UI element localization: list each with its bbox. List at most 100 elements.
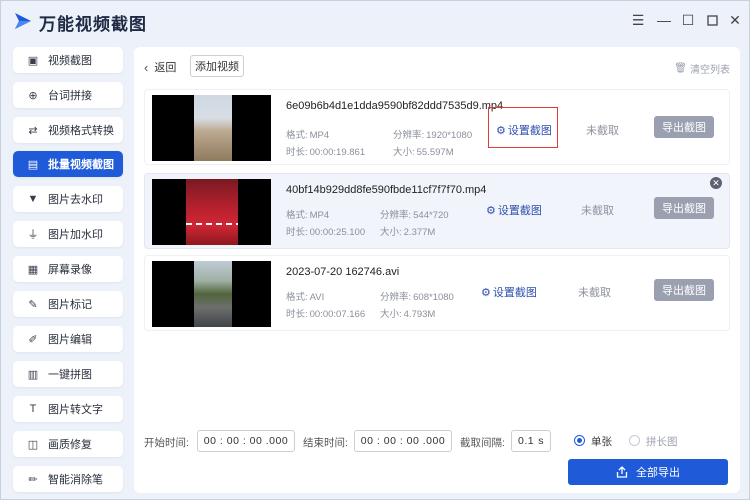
interval-value: 0.1 [518, 435, 535, 447]
sidebar-item-label: 智能消除笔 [48, 474, 103, 486]
video-filename: 2023-07-20 162746.avi [286, 266, 400, 278]
clear-list-button[interactable]: 🗑 清空列表 [674, 61, 730, 76]
set-screenshot-label: 设置截图 [507, 125, 552, 137]
start-time-label: 开始时间: [144, 437, 189, 449]
sidebar-item-image-mark[interactable]: ✎ 图片标记 [13, 291, 123, 317]
end-time-input[interactable]: 00 : 00 : 00 .000 [354, 430, 452, 452]
main-panel: ‹ 返回 添加视频 🗑 清空列表 6e09b6b4d1e1dda9590bf82… [134, 47, 740, 493]
video-thumbnail [152, 179, 271, 245]
sidebar-item-label: 图片编辑 [48, 334, 92, 346]
end-time-label: 结束时间: [303, 437, 348, 449]
duration-meta: 时长: 00:00:25.100 [286, 227, 366, 238]
resolution-meta: 分辨率: 608*1080 [380, 292, 454, 303]
minimize-icon[interactable]: — [655, 11, 673, 29]
screen-record-icon: ▦ [27, 263, 39, 276]
gear-icon: ⚙ [486, 204, 496, 217]
export-all-label: 全部导出 [636, 467, 680, 479]
sidebar-item-remove-watermark[interactable]: ▼ 图片去水印 [13, 186, 123, 212]
set-screenshot-button[interactable]: ⚙ 设置截图 [481, 284, 537, 300]
set-screenshot-button[interactable]: ⚙ 设置截图 [486, 202, 542, 218]
interval-input[interactable]: 0.1 s [511, 430, 551, 452]
status-text: 未截取 [578, 287, 611, 299]
sidebar-item-screen-record[interactable]: ▦ 屏幕录像 [13, 256, 123, 282]
text-icon: T [29, 403, 37, 415]
duration-meta: 时长: 00:00:19.861 [286, 147, 366, 158]
size-meta: 大小: 4.793M [380, 309, 436, 320]
close-icon[interactable]: ✕ [726, 11, 744, 29]
sidebar-item-image-edit[interactable]: ✐ 图片编辑 [13, 326, 123, 352]
sidebar-item-label: 屏幕录像 [48, 264, 92, 276]
app-window: 万能视频截图 ☰ — ☐ ✕ ▣ 视频截图 ⊕ 台词拼接 ⇄ 视频格式转换 ▤ … [0, 0, 750, 500]
export-screenshot-button[interactable]: 导出截图 [654, 197, 714, 219]
convert-icon: ⇄ [28, 124, 38, 137]
video-row[interactable]: 6e09b6b4d1e1dda9590bf82ddd7535d9.mp4 格式:… [144, 89, 730, 165]
sidebar-item-format-convert[interactable]: ⇄ 视频格式转换 [13, 117, 123, 143]
remove-row-icon[interactable]: ✕ [710, 177, 722, 189]
add-video-button[interactable]: 添加视频 [190, 55, 244, 77]
long-image-label: 拼长图 [646, 436, 678, 448]
batch-icon: ▤ [27, 158, 39, 171]
menu-icon[interactable]: ☰ [629, 11, 647, 29]
interval-unit: s [538, 435, 544, 447]
sidebar-item-batch-screenshot[interactable]: ▤ 批量视频截图 [13, 151, 123, 177]
trash-icon: 🗑 [674, 63, 687, 74]
status-text: 未截取 [581, 205, 614, 217]
sidebar-item-collage[interactable]: ▥ 一键拼图 [13, 361, 123, 387]
brush-icon: ▼ [27, 193, 39, 205]
status-text: 未截取 [586, 125, 619, 137]
title-bar: 万能视频截图 ☰ — ☐ ✕ [1, 1, 749, 41]
gear-icon: ⚙ [481, 286, 491, 299]
video-row[interactable]: 2023-07-20 162746.avi 格式: AVI 分辨率: 608*108… [144, 255, 730, 331]
set-screenshot-button[interactable]: ⚙ 设置截图 [496, 122, 552, 138]
sidebar-item-label: 一键拼图 [48, 369, 92, 381]
app-title: 万能视频截图 [39, 15, 147, 34]
sidebar-item-label: 视频截图 [48, 55, 92, 67]
maximize-icon[interactable] [703, 11, 721, 29]
interval-label: 截取间隔: [460, 437, 505, 449]
format-meta: 格式: MP4 [286, 210, 330, 221]
video-row[interactable]: 40bf14b929dd8fe590fbde11cf7f7f70.mp4 格式:… [144, 173, 730, 249]
sidebar-item-subtitle-stitch[interactable]: ⊕ 台词拼接 [13, 82, 123, 108]
sidebar-item-video-screenshot[interactable]: ▣ 视频截图 [13, 47, 123, 73]
gear-icon: ⚙ [496, 124, 506, 137]
sidebar-item-label: 图片转文字 [48, 404, 103, 416]
set-screenshot-label: 设置截图 [497, 205, 542, 217]
export-icon [616, 466, 628, 478]
clear-list-label: 清空列表 [690, 65, 730, 76]
back-label: 返回 [154, 62, 177, 74]
video-filename: 6e09b6b4d1e1dda9590bf82ddd7535d9.mp4 [286, 100, 504, 112]
sidebar-item-image-to-text[interactable]: T 图片转文字 [13, 396, 123, 422]
format-meta: 格式: MP4 [286, 130, 330, 141]
collage-icon: ▥ [27, 368, 39, 381]
start-time-input[interactable]: 00 : 00 : 00 .000 [197, 430, 295, 452]
sidebar-item-label: 画质修复 [48, 439, 92, 451]
long-image-radio[interactable] [629, 435, 640, 446]
sidebar-item-smart-eraser[interactable]: ✏ 智能消除笔 [13, 466, 123, 492]
sidebar-item-label: 批量视频截图 [48, 159, 114, 171]
app-logo-icon [15, 13, 31, 29]
sidebar-item-label: 图片去水印 [48, 194, 103, 206]
sidebar-item-label: 视频格式转换 [48, 125, 114, 137]
export-screenshot-button[interactable]: 导出截图 [654, 116, 714, 138]
set-screenshot-label: 设置截图 [492, 287, 537, 299]
format-meta: 格式: AVI [286, 292, 325, 303]
single-mode-radio[interactable] [574, 435, 585, 446]
sidebar-item-quality-repair[interactable]: ◫ 画质修复 [13, 431, 123, 457]
export-all-button[interactable]: 全部导出 [568, 459, 728, 485]
back-button[interactable]: ‹ 返回 [144, 59, 176, 75]
duration-meta: 时长: 00:00:07.166 [286, 309, 366, 320]
repair-icon: ◫ [27, 438, 39, 451]
video-thumbnail [152, 261, 271, 327]
stamp-icon: ⏚ [27, 229, 39, 241]
export-screenshot-button[interactable]: 导出截图 [654, 279, 714, 301]
size-meta: 大小: 55.597M [393, 147, 454, 158]
restore-icon[interactable]: ☐ [679, 11, 697, 29]
single-mode-label: 单张 [591, 436, 612, 448]
plus-circle-icon: ⊕ [28, 89, 38, 102]
eraser-icon: ✏ [28, 473, 38, 486]
edit-icon: ✐ [28, 333, 38, 346]
resolution-meta: 分辨率: 1920*1080 [393, 130, 473, 141]
video-thumbnail [152, 95, 271, 161]
sidebar-item-label: 图片标记 [48, 299, 92, 311]
sidebar-item-add-watermark[interactable]: ⏚ 图片加水印 [13, 221, 123, 247]
